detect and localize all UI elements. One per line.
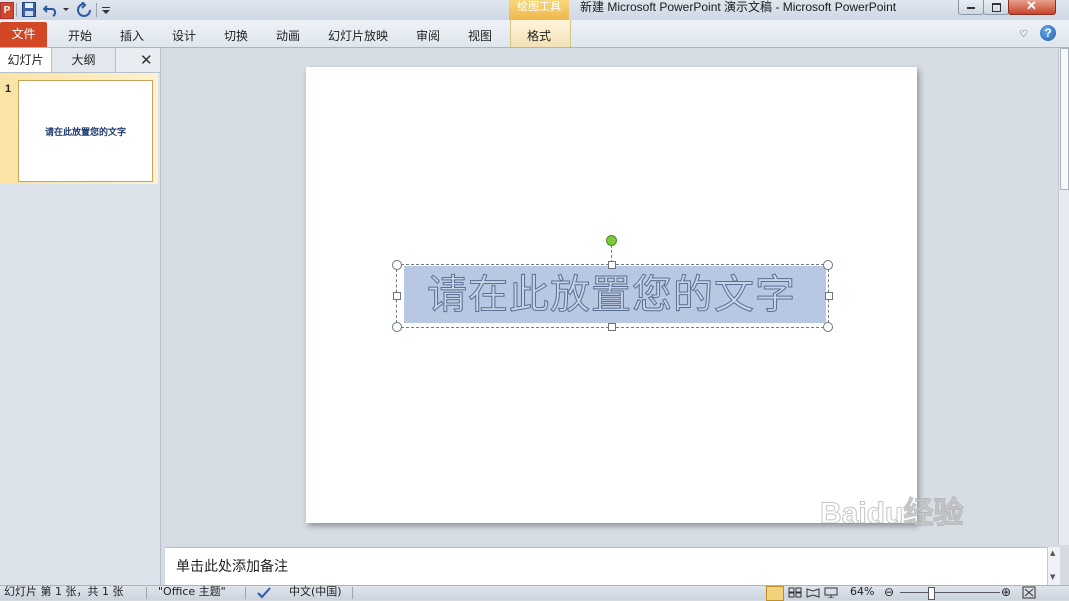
tab-review[interactable]: 审阅	[416, 27, 440, 44]
tab-slides[interactable]: 幻灯片	[0, 48, 52, 72]
zoom-level[interactable]: 64%	[850, 585, 874, 599]
baidu-watermark-url: jingyan.baidu.com	[822, 555, 942, 570]
zoom-out-icon[interactable]: ⊖	[884, 585, 894, 599]
redo-icon[interactable]	[76, 2, 92, 17]
minimize-button[interactable]	[958, 0, 984, 15]
save-icon[interactable]	[22, 2, 36, 17]
resize-handle-ne[interactable]	[823, 260, 833, 270]
resize-handle-se[interactable]	[823, 322, 833, 332]
slide-position-status: 幻灯片 第 1 张，共 1 张	[4, 585, 124, 598]
rotate-handle[interactable]	[606, 235, 617, 246]
tab-animations[interactable]: 动画	[276, 27, 300, 44]
theme-status[interactable]: "Office 主题"	[158, 585, 226, 599]
slide-thumbnail-text: 请在此放置您的文字	[44, 128, 126, 138]
status-separator	[352, 587, 353, 599]
resize-handle-e[interactable]	[825, 292, 833, 300]
tab-home[interactable]: 开始	[68, 27, 92, 44]
slide-number: 1	[5, 83, 12, 95]
scroll-up-icon[interactable]: ▲	[1050, 549, 1055, 557]
close-pane-icon[interactable]: ✕	[140, 51, 153, 69]
resize-handle-nw[interactable]	[392, 260, 402, 270]
help-icon[interactable]: ?	[1040, 25, 1056, 41]
wordart-text[interactable]: 请在此放置您的文字	[396, 264, 827, 326]
maximize-button[interactable]	[983, 0, 1009, 15]
scrollbar-thumb[interactable]	[1060, 48, 1069, 190]
tab-design[interactable]: 设计	[172, 27, 196, 44]
qat-separator	[16, 3, 17, 17]
tab-outline[interactable]: 大纲	[52, 48, 116, 72]
status-separator	[245, 587, 246, 599]
view-slide-sorter-icon[interactable]	[788, 587, 802, 598]
drawing-tools-group-label: 绘图工具	[509, 0, 569, 20]
tab-slideshow[interactable]: 幻灯片放映	[328, 27, 388, 44]
resize-handle-sw[interactable]	[392, 322, 402, 332]
slide-thumbnail[interactable]: 请在此放置您的文字	[18, 80, 153, 182]
tab-transitions[interactable]: 切换	[224, 27, 248, 44]
tab-file[interactable]: 文件	[0, 22, 47, 47]
baidu-watermark-logo: Baidu经验	[819, 497, 964, 531]
view-slideshow-icon[interactable]	[824, 587, 838, 598]
customize-qat-icon[interactable]	[101, 2, 111, 17]
close-icon: ✕	[1026, 0, 1037, 13]
minimize-icon	[967, 7, 975, 9]
close-window-button[interactable]: ✕	[1008, 0, 1056, 15]
status-separator	[146, 587, 147, 599]
resize-handle-w[interactable]	[393, 292, 401, 300]
tab-view[interactable]: 视图	[468, 27, 492, 44]
tab-insert[interactable]: 插入	[120, 27, 144, 44]
tab-format[interactable]: 格式	[527, 27, 551, 44]
undo-dropdown-icon[interactable]	[62, 2, 70, 17]
zoom-in-icon[interactable]: ⊕	[1001, 585, 1011, 599]
spellcheck-icon[interactable]	[256, 586, 272, 599]
fit-to-window-icon[interactable]	[1022, 586, 1036, 599]
maximize-icon	[992, 3, 1001, 12]
window-title: 新建 Microsoft PowerPoint 演示文稿 - Microsoft…	[580, 0, 897, 14]
notes-scrollbar[interactable]: ▲ ▼	[1047, 547, 1060, 585]
powerpoint-logo-icon[interactable]: P	[0, 2, 14, 19]
zoom-slider[interactable]	[900, 592, 1000, 593]
notes-placeholder[interactable]: 单击此处添加备注	[176, 556, 288, 576]
scroll-down-icon[interactable]: ▼	[1050, 573, 1055, 581]
resize-handle-s[interactable]	[608, 323, 616, 331]
minimize-ribbon-icon[interactable]: ♡	[1019, 29, 1028, 40]
language-status[interactable]: 中文(中国)	[289, 585, 342, 599]
resize-handle-n[interactable]	[608, 261, 616, 269]
zoom-slider-thumb[interactable]	[928, 587, 935, 600]
undo-icon[interactable]	[43, 2, 59, 17]
view-reading-icon[interactable]	[806, 587, 820, 598]
qat-separator	[96, 3, 97, 17]
